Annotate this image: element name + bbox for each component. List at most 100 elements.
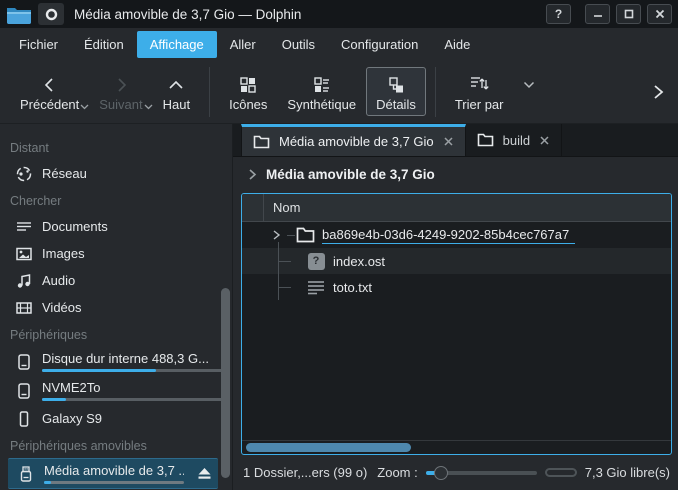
sidebar-item-images[interactable]: Images (0, 240, 232, 267)
sidebar-item-reseau[interactable]: Réseau (0, 160, 232, 187)
file-row-toto-txt[interactable]: toto.txt (242, 274, 671, 300)
file-row-folder[interactable]: ba869e4b-03d6-4249-9202-85b4cec767a7 (242, 222, 671, 248)
network-icon (14, 164, 33, 183)
back-button[interactable]: Précédent (10, 67, 89, 116)
close-button[interactable] (647, 4, 672, 24)
sidebar-item-disque-dur[interactable]: Disque dur interne 488,3 G... (0, 347, 232, 376)
dolphin-app-icon (6, 4, 32, 24)
hard-drive-icon (14, 352, 33, 371)
tab-bar: Média amovible de 3,7 Gio build (233, 124, 678, 157)
menubar: Fichier Édition Affichage Aller Outils C… (0, 28, 678, 60)
zoom-slider-handle[interactable] (434, 466, 448, 480)
breadcrumb-location[interactable]: Média amovible de 3,7 Gio (266, 167, 435, 182)
breadcrumb[interactable]: Média amovible de 3,7 Gio (233, 157, 678, 192)
close-icon (539, 135, 550, 146)
sidebar-item-galaxy-s9[interactable]: Galaxy S9 (0, 405, 232, 432)
tab-label: build (503, 133, 530, 148)
help-button[interactable]: ? (546, 4, 571, 24)
up-label: Haut (163, 98, 190, 111)
dolphin-window: Média amovible de 3,7 Gio — Dolphin ? Fi… (0, 0, 678, 490)
smartphone-icon (14, 409, 33, 428)
compact-view-button[interactable]: Synthétique (277, 67, 366, 116)
disk-usage-bar (42, 398, 226, 401)
folder-icon (253, 135, 270, 149)
film-icon (14, 298, 33, 317)
sidebar-item-documents[interactable]: Documents (0, 213, 232, 240)
tab-close-button[interactable] (539, 135, 550, 146)
chevron-right-icon (652, 83, 664, 101)
eject-button[interactable] (197, 467, 212, 480)
viewport: Nom ba869e4b-03d6-4249-9202-85b4cec767a7 (233, 192, 678, 455)
toolbar-overflow-button[interactable] (652, 83, 668, 101)
main-area: Média amovible de 3,7 Gio build (233, 124, 678, 490)
menu-configuration[interactable]: Configuration (328, 31, 431, 58)
music-note-icon (14, 271, 33, 290)
sidebar-item-audio[interactable]: Audio (0, 267, 232, 294)
chevron-right-icon (248, 168, 257, 181)
details-view-label: Détails (376, 98, 416, 111)
compact-view-label: Synthétique (287, 98, 356, 111)
sidebar-item-media-amovible[interactable]: Média amovible de 3,7 ... (8, 458, 218, 489)
file-name[interactable]: index.ost (333, 254, 385, 269)
sort-by-button[interactable]: Trier par (445, 67, 514, 116)
folder-icon (477, 133, 494, 147)
icons-view-label: Icônes (229, 98, 267, 111)
maximize-icon (624, 9, 634, 19)
tab-label: Média amovible de 3,7 Gio (279, 134, 434, 149)
up-button[interactable]: Haut (153, 67, 200, 116)
tab-close-button[interactable] (443, 136, 454, 147)
status-summary: 1 Dossier,...ers (99 o) (243, 465, 367, 480)
places-panel: Distant Réseau Chercher (0, 124, 233, 490)
sort-icon (469, 72, 489, 94)
tab-build[interactable]: build (466, 124, 562, 156)
back-label: Précédent (20, 98, 79, 111)
sidebar-item-label: Vidéos (42, 300, 226, 315)
zoom-slider[interactable] (426, 465, 538, 481)
file-row-index-ost[interactable]: ? index.ost (242, 248, 671, 274)
section-peripheriques-amovibles: Périphériques amovibles (0, 432, 232, 458)
menu-outils[interactable]: Outils (269, 31, 328, 58)
image-icon (14, 244, 33, 263)
zoom-label: Zoom : (377, 465, 417, 480)
window-menu-button[interactable] (38, 3, 64, 25)
tab-media-amovible[interactable]: Média amovible de 3,7 Gio (241, 124, 466, 156)
menu-affichage[interactable]: Affichage (137, 31, 217, 58)
horizontal-scrollbar[interactable] (242, 440, 671, 454)
sidebar-item-label: Galaxy S9 (42, 411, 226, 426)
sidebar-item-label: Audio (42, 273, 226, 288)
folder-icon (295, 226, 315, 244)
forward-label: Suivant (99, 98, 142, 111)
section-distant: Distant (0, 134, 232, 160)
sidebar-item-videos[interactable]: Vidéos (0, 294, 232, 321)
sidebar-item-nvme2to[interactable]: NVME2To (0, 376, 232, 405)
menu-fichier[interactable]: Fichier (6, 31, 71, 58)
circle-badge-icon (45, 8, 58, 21)
sidebar-item-label: Images (42, 246, 226, 261)
text-file-icon (306, 278, 326, 296)
menu-edition[interactable]: Édition (71, 31, 137, 58)
column-header-nom[interactable]: Nom (264, 200, 300, 215)
sidebar-scrollbar[interactable] (221, 288, 230, 478)
details-view-button[interactable]: Détails (366, 67, 426, 116)
sidebar-item-label: Réseau (42, 166, 226, 181)
horizontal-scrollbar-handle[interactable] (246, 443, 411, 452)
maximize-button[interactable] (616, 4, 641, 24)
chevron-down-icon (144, 104, 153, 110)
statusbar: 1 Dossier,...ers (99 o) Zoom : 7,3 Gio l… (233, 455, 678, 490)
icons-view-icon (239, 72, 257, 94)
forward-button[interactable]: Suivant (89, 67, 152, 116)
capacity-bar (545, 468, 576, 477)
menu-aller[interactable]: Aller (217, 31, 269, 58)
file-name[interactable]: ba869e4b-03d6-4249-9202-85b4cec767a7 (322, 227, 575, 244)
section-chercher: Chercher (0, 187, 232, 213)
chevron-down-icon[interactable] (523, 81, 535, 89)
icons-view-button[interactable]: Icônes (219, 67, 277, 116)
expander-chevron-icon[interactable] (272, 229, 284, 241)
minimize-button[interactable] (585, 4, 610, 24)
file-name[interactable]: toto.txt (333, 280, 372, 295)
window-title: Média amovible de 3,7 Gio — Dolphin (74, 7, 540, 22)
document-lines-icon (14, 217, 33, 236)
close-icon (443, 136, 454, 147)
menu-aide[interactable]: Aide (431, 31, 483, 58)
toolbar-separator (209, 67, 210, 117)
